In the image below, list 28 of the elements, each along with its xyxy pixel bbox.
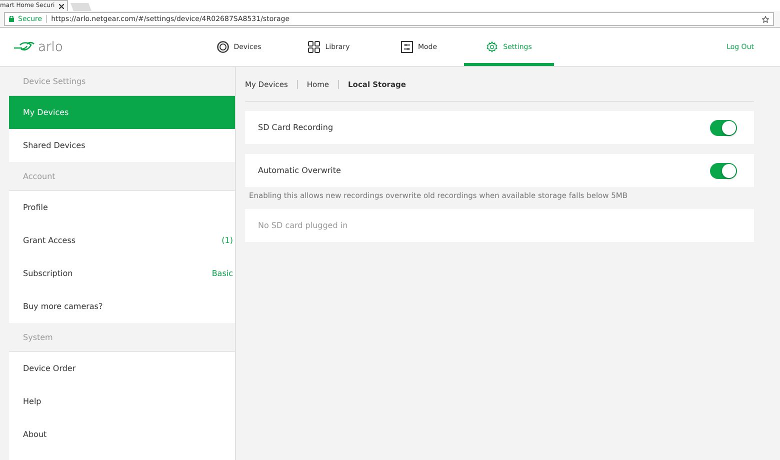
section-header: Account bbox=[9, 162, 235, 191]
sidebar-item-label: Device Order bbox=[23, 364, 76, 373]
sidebar-item-label: Subscription bbox=[23, 269, 73, 278]
sidebar-item-label: Help bbox=[23, 397, 42, 406]
grid-icon bbox=[308, 41, 320, 53]
info-text: No SD card plugged in bbox=[258, 221, 348, 230]
sidebar-item-value: (1) bbox=[222, 236, 233, 245]
toggle-switch[interactable] bbox=[710, 120, 737, 136]
settings-icon bbox=[486, 41, 498, 53]
setting-label: Automatic Overwrite bbox=[258, 166, 341, 175]
sidebar-item-label: My Devices bbox=[23, 108, 69, 117]
logo-text: arlo bbox=[38, 40, 63, 54]
sidebar-item-label: Grant Access bbox=[23, 236, 76, 245]
sidebar-item-label: Shared Devices bbox=[23, 141, 86, 150]
sidebar-item-label: Profile bbox=[23, 203, 48, 212]
hummingbird-logo-icon bbox=[14, 41, 36, 53]
close-icon[interactable] bbox=[58, 4, 64, 8]
setting-label: SD Card Recording bbox=[258, 123, 334, 132]
sliders-icon bbox=[400, 41, 413, 53]
section-header: System bbox=[9, 323, 235, 352]
sidebar-item-value: Basic bbox=[212, 269, 233, 278]
star-icon[interactable] bbox=[762, 16, 769, 22]
lock-icon bbox=[9, 16, 14, 22]
section-header: Device Settings bbox=[9, 67, 235, 96]
camera-lens-icon bbox=[216, 41, 229, 53]
sidebar-item-label: Buy more cameras? bbox=[23, 302, 103, 311]
toggle-switch[interactable] bbox=[710, 162, 737, 178]
sidebar-item-label: About bbox=[23, 430, 47, 439]
